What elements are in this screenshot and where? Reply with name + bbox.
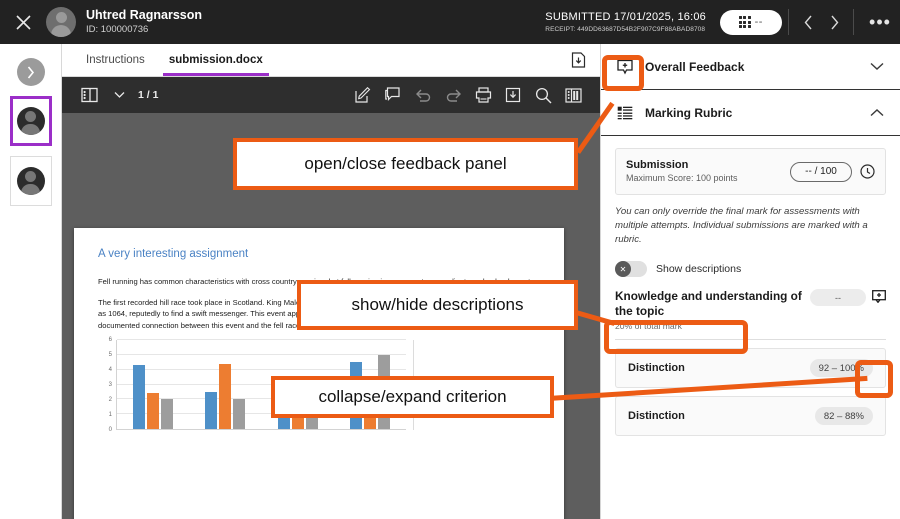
submission-title: Submission xyxy=(626,158,782,172)
tab-instructions[interactable]: Instructions xyxy=(74,44,157,76)
previous-student-button[interactable] xyxy=(795,0,821,44)
annotation-ring-show-descriptions xyxy=(604,320,748,354)
level-range: 82 – 88% xyxy=(815,407,873,425)
level-name: Distinction xyxy=(628,410,815,422)
header-divider-right xyxy=(853,9,854,35)
section-label: Marking Rubric xyxy=(645,106,858,120)
toggle-knob: ✕ xyxy=(615,261,631,277)
header-divider-left xyxy=(788,9,789,35)
annotation-ring-panel-toggle xyxy=(602,55,644,91)
chart-ytick: 6 xyxy=(98,337,112,343)
document-heading: A very interesting assignment xyxy=(98,248,540,260)
avatar xyxy=(17,107,45,135)
annotation-show-hide-descriptions: show/hide descriptions xyxy=(297,280,578,330)
avatar xyxy=(46,7,76,37)
student-identity: Uhtred Ragnarsson ID: 100000736 xyxy=(86,8,202,36)
submission-score-card: Submission Maximum Score: 100 points -- … xyxy=(615,148,886,195)
app-header: Uhtred Ragnarsson ID: 100000736 SUBMITTE… xyxy=(0,0,900,44)
show-descriptions-label: Show descriptions xyxy=(656,263,741,275)
submission-max-score: Maximum Score: 100 points xyxy=(626,172,782,185)
document-tabs: Instructions submission.docx xyxy=(62,44,600,77)
print-icon[interactable] xyxy=(468,77,498,113)
sidebar-toggle-icon[interactable] xyxy=(74,77,104,113)
override-note: You can only override the final mark for… xyxy=(615,205,886,247)
show-descriptions-toggle[interactable]: ✕ xyxy=(615,261,647,277)
criterion-title: Knowledge and understanding of the topic xyxy=(615,289,804,319)
chart-ytick: 0 xyxy=(98,427,112,433)
level-name: Distinction xyxy=(628,362,810,374)
document-toolbar: 1 / 1 xyxy=(62,77,600,113)
annotate-icon[interactable] xyxy=(348,77,378,113)
info-icon[interactable] xyxy=(860,164,875,179)
student-id: ID: 100000736 xyxy=(86,23,202,36)
section-label: Overall Feedback xyxy=(645,60,858,74)
document-page: A very interesting assignment Fell runni… xyxy=(74,228,564,519)
chart-ytick: 4 xyxy=(98,367,112,373)
annotation-collapse-expand-criterion: collapse/expand criterion xyxy=(271,376,554,418)
show-descriptions-row[interactable]: ✕ Show descriptions xyxy=(615,261,886,277)
submission-meta: SUBMITTED 17/01/2025, 16:06 RECEIPT: 449… xyxy=(545,10,706,35)
chevron-down-icon[interactable] xyxy=(870,58,884,76)
tab-spacer xyxy=(275,44,571,76)
chevron-down-icon[interactable] xyxy=(104,77,134,113)
close-icon[interactable] xyxy=(0,0,46,44)
grid-icon xyxy=(739,16,751,28)
grid-pill-value: -- xyxy=(755,19,763,25)
chevron-up-icon[interactable] xyxy=(870,104,884,122)
chart-group xyxy=(205,340,245,429)
undo-icon[interactable] xyxy=(408,77,438,113)
comment-icon[interactable] xyxy=(872,290,886,303)
student-thumbnail-2[interactable] xyxy=(10,156,52,206)
rail-expand-button[interactable] xyxy=(17,58,45,86)
page-indicator: 1 / 1 xyxy=(134,89,166,101)
section-marking-rubric[interactable]: Marking Rubric xyxy=(601,90,900,136)
annotation-ring-collapse-button xyxy=(855,360,893,398)
avatar xyxy=(17,167,45,195)
layout-icon[interactable] xyxy=(558,77,588,113)
more-options-icon[interactable]: ••• xyxy=(860,0,900,44)
criterion-score-badge[interactable]: -- xyxy=(810,289,866,306)
chart-ytick: 3 xyxy=(98,382,112,388)
chart-ytick: 5 xyxy=(98,352,112,358)
submitted-timestamp: SUBMITTED 17/01/2025, 16:06 xyxy=(545,10,706,24)
grid-view-button[interactable]: -- xyxy=(720,10,782,35)
chart-ytick: 1 xyxy=(98,412,112,418)
next-student-button[interactable] xyxy=(821,0,847,44)
submission-review-screen: Uhtred Ragnarsson ID: 100000736 SUBMITTE… xyxy=(0,0,900,519)
student-thumbnail-1[interactable] xyxy=(10,96,52,146)
annotation-open-close-feedback-panel: open/close feedback panel xyxy=(233,138,578,190)
tab-submission-docx[interactable]: submission.docx xyxy=(157,44,275,76)
receipt-id: RECEIPT: 449DD63687D54B2F907C9F88ABAD870… xyxy=(545,24,706,35)
student-name: Uhtred Ragnarsson xyxy=(86,8,202,23)
submission-score-text: Submission Maximum Score: 100 points xyxy=(626,158,782,185)
feedback-panel: Overall Feedback Marking Rubric xyxy=(600,44,900,519)
download-file-icon[interactable] xyxy=(571,44,600,76)
chart-ytick: 2 xyxy=(98,397,112,403)
search-icon[interactable] xyxy=(528,77,558,113)
student-rail xyxy=(0,44,62,519)
comment-icon[interactable] xyxy=(378,77,408,113)
section-overall-feedback[interactable]: Overall Feedback xyxy=(601,44,900,90)
redo-icon[interactable] xyxy=(438,77,468,113)
score-input[interactable]: -- / 100 xyxy=(790,162,852,182)
download-icon[interactable] xyxy=(498,77,528,113)
rubric-grid-icon xyxy=(617,106,633,120)
rubric-level-row[interactable]: Distinction 82 – 88% xyxy=(615,396,886,436)
chart-group xyxy=(133,340,173,429)
